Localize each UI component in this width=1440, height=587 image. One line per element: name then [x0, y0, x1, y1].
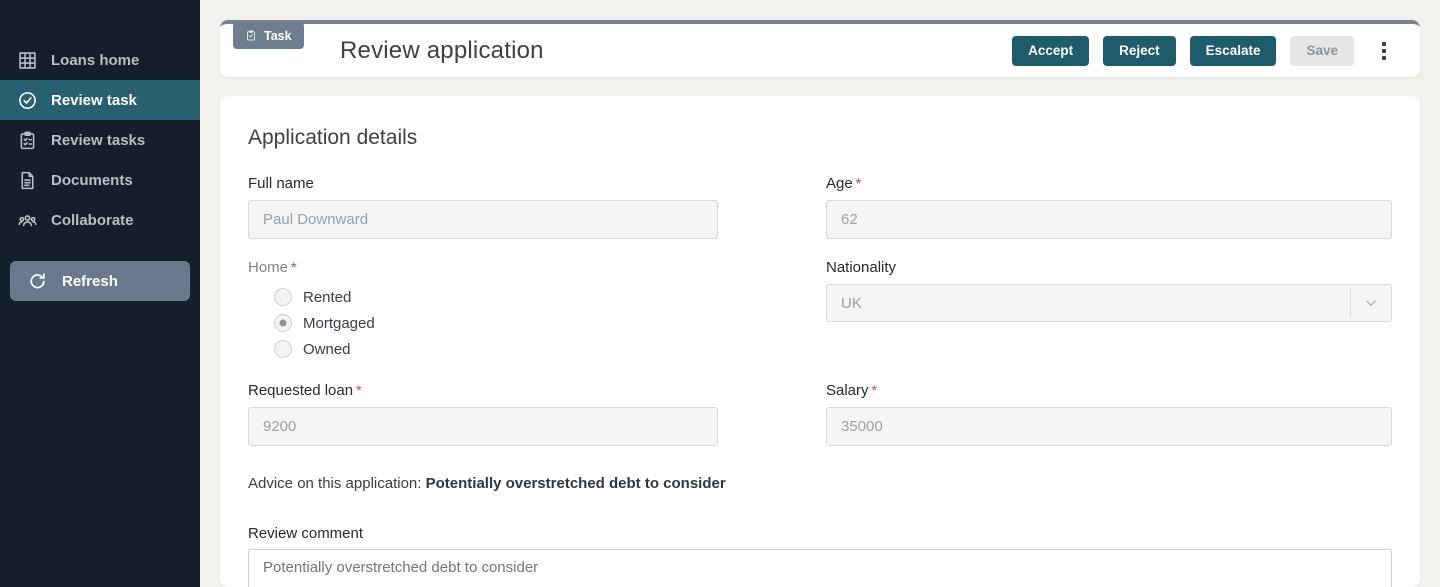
advice-text: Advice on this application: Potentially …: [248, 475, 1392, 492]
salary-field: Salary*: [826, 382, 1392, 446]
salary-label: Salary*: [826, 382, 1392, 399]
main-content: Task Review application Accept Reject Es…: [200, 0, 1440, 587]
task-type-badge: Task: [233, 22, 304, 49]
section-title: Application details: [248, 126, 1392, 150]
requested-loan-input: [248, 407, 718, 446]
page-title: Review application: [340, 37, 1012, 65]
review-comment-input[interactable]: Potentially overstretched debt to consid…: [248, 549, 1392, 587]
sidebar-item-review-task[interactable]: Review task: [0, 80, 200, 120]
salary-input: [826, 407, 1392, 446]
radio-option-owned: Owned: [274, 336, 718, 362]
home-label: Home*: [248, 259, 718, 276]
people-icon: [16, 209, 38, 231]
radio-option-label: Rented: [303, 289, 351, 306]
chevron-down-icon: [1362, 294, 1380, 312]
refresh-button[interactable]: Refresh: [10, 261, 190, 301]
nationality-value: UK: [841, 295, 862, 312]
accept-button[interactable]: Accept: [1012, 36, 1089, 66]
age-label: Age*: [826, 175, 1392, 192]
escalate-button[interactable]: Escalate: [1190, 36, 1277, 66]
radio-button: [274, 340, 292, 358]
sidebar-item-loans-home[interactable]: Loans home: [0, 40, 200, 80]
full-name-input: [248, 200, 718, 239]
task-badge-clipboard-icon: [245, 29, 257, 42]
nationality-select: UK: [826, 284, 1392, 322]
age-field: Age*: [826, 175, 1392, 239]
full-name-field: Full name: [248, 175, 718, 239]
radio-button: [274, 314, 292, 332]
radio-button: [274, 288, 292, 306]
nationality-label: Nationality: [826, 259, 1392, 276]
check-circle-icon: [16, 89, 38, 111]
save-button[interactable]: Save: [1290, 36, 1354, 66]
sidebar-item-collaborate[interactable]: Collaborate: [0, 200, 200, 240]
sidebar-item-label: Review task: [51, 92, 137, 109]
sidebar-item-review-tasks[interactable]: Review tasks: [0, 120, 200, 160]
full-name-label: Full name: [248, 175, 718, 192]
required-marker: *: [291, 259, 296, 275]
sidebar-item-documents[interactable]: Documents: [0, 160, 200, 200]
nationality-field: Nationality UK: [826, 259, 1392, 322]
application-form: Full name Age* Home* Rented: [248, 175, 1392, 446]
sidebar-item-label: Loans home: [51, 52, 139, 69]
header-actions: Accept Reject Escalate Save: [1012, 36, 1396, 66]
home-radio-group: Rented Mortgaged Owned: [248, 284, 718, 362]
radio-option-mortgaged: Mortgaged: [274, 310, 718, 336]
sidebar-item-label: Review tasks: [51, 132, 145, 149]
requested-loan-label: Requested loan*: [248, 382, 718, 399]
radio-option-rented: Rented: [274, 284, 718, 310]
review-comment-label: Review comment: [248, 525, 1392, 542]
required-marker: *: [356, 382, 361, 398]
task-header: Task Review application Accept Reject Es…: [220, 20, 1420, 77]
sidebar: Loans home Review task Review tasks Docu…: [0, 0, 200, 587]
kebab-menu-icon[interactable]: [1372, 38, 1396, 64]
refresh-icon: [27, 271, 48, 292]
required-marker: *: [856, 175, 861, 191]
app-root: Loans home Review task Review tasks Docu…: [0, 0, 1440, 587]
radio-option-label: Owned: [303, 341, 351, 358]
refresh-button-label: Refresh: [62, 273, 118, 290]
requested-loan-field: Requested loan*: [248, 382, 718, 446]
reject-button[interactable]: Reject: [1103, 36, 1176, 66]
sidebar-item-label: Documents: [51, 172, 133, 189]
clipboard-check-icon: [16, 129, 38, 151]
application-details-card: Application details Full name Age* Home*: [220, 96, 1420, 587]
advice-highlight: Potentially overstretched debt to consid…: [426, 475, 726, 492]
age-input: [826, 200, 1392, 239]
document-icon: [16, 169, 38, 191]
task-badge-label: Task: [264, 29, 292, 43]
radio-option-label: Mortgaged: [303, 315, 375, 332]
home-field: Home* Rented Mortgaged Owned: [248, 259, 718, 362]
required-marker: *: [872, 382, 877, 398]
review-comment-field: Review comment Potentially overstretched…: [248, 525, 1392, 587]
select-divider: [1350, 288, 1351, 318]
sidebar-item-label: Collaborate: [51, 212, 134, 229]
grid-icon: [16, 49, 38, 71]
